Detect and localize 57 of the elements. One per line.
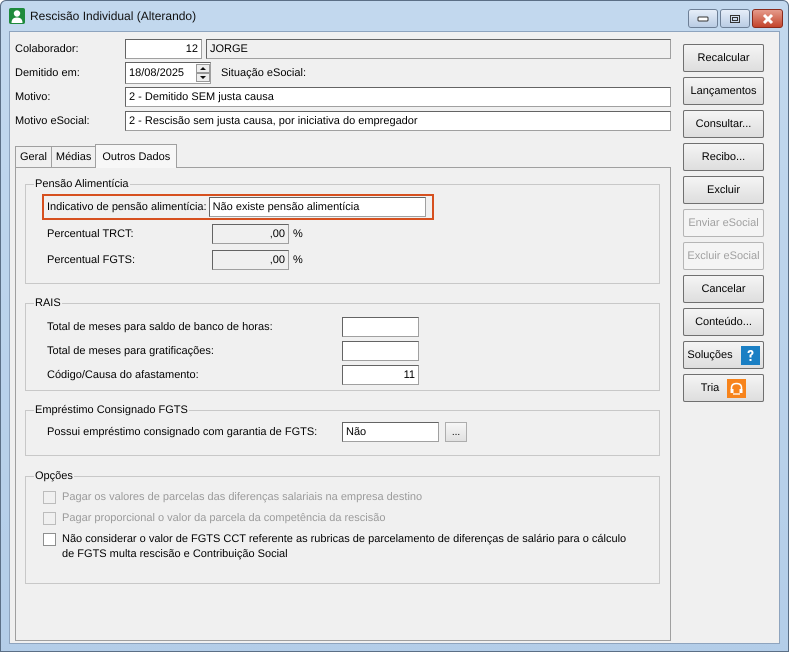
maximize-button[interactable] <box>720 9 750 28</box>
field-label: Total de meses para gratificações: <box>47 345 215 357</box>
option-label: Pagar os valores de parcelas das diferenças salariais na empresa destino <box>62 490 424 505</box>
option-label: Pagar proporcional o valor da parcela da competência da rescisão <box>62 511 386 526</box>
action-button[interactable]: Recibo... <box>683 143 764 171</box>
help-icon <box>740 346 760 364</box>
reason-field[interactable]: 2 - Rescisão sem justa causa, por iniciativa do empregador <box>125 111 671 131</box>
number-field[interactable] <box>342 317 419 337</box>
group-title: Empréstimo Consignado FGTS <box>34 404 189 416</box>
close-button[interactable] <box>752 9 783 28</box>
field-label: Indicativo de pensão alimentícia: <box>47 201 207 213</box>
number-field[interactable]: 11 <box>342 365 419 385</box>
option-label: Não considerar o valor de FGTS CCT referente as rubricas de parcelamento de diferenças de salário para o cálculo de FGTS multa rescisão e Contribuição Social <box>62 532 627 562</box>
checkbox[interactable] <box>43 533 56 546</box>
percent-field[interactable]: ,00 <box>212 250 289 270</box>
group-title: RAIS <box>34 297 62 309</box>
field-label: Possui empréstimo consignado com garantia de FGTS: <box>47 426 318 438</box>
field-label: Motivo eSocial: <box>15 115 91 127</box>
number-field[interactable] <box>342 341 419 361</box>
action-button[interactable]: Lançamentos <box>683 77 764 105</box>
action-button[interactable]: Cancelar <box>683 275 764 303</box>
action-button[interactable]: Consultar... <box>683 110 764 138</box>
action-button[interactable]: Conteúdo... <box>683 308 764 336</box>
date-field[interactable]: 18/08/2025 <box>125 62 211 84</box>
action-button[interactable]: Excluir <box>683 176 764 204</box>
loan-field[interactable]: Não <box>342 422 439 442</box>
minimize-button[interactable] <box>688 9 718 28</box>
field-label: Total de meses para saldo de banco de horas: <box>47 321 274 333</box>
code-field[interactable]: 12 <box>125 39 202 59</box>
tab[interactable]: Geral <box>15 146 52 167</box>
field-label: Colaborador: <box>15 43 80 55</box>
action-button[interactable]: Recalcular <box>683 44 764 72</box>
field-label: Percentual TRCT: <box>47 228 135 240</box>
group-title: Opções <box>34 470 74 482</box>
field-label: Demitido em: <box>15 67 81 79</box>
tab[interactable]: Outros Dados <box>95 144 178 168</box>
person-icon <box>9 8 25 24</box>
unit-label: % <box>293 254 303 266</box>
field-label: Código/Causa do afastamento: <box>47 369 200 381</box>
unit-label: % <box>293 228 303 240</box>
reason-field[interactable]: 2 - Demitido SEM justa causa <box>125 87 671 107</box>
close-icon <box>760 12 774 24</box>
alimony-field[interactable]: Não existe pensão alimentícia <box>208 197 426 217</box>
group-title: Pensão Alimentícia <box>34 178 130 190</box>
window-title: Rescisão Individual (Alterando) <box>30 9 196 23</box>
name-field[interactable]: JORGE <box>206 39 671 59</box>
headset-icon <box>727 378 746 398</box>
action-button[interactable]: Tria <box>683 374 764 402</box>
field-label: Percentual FGTS: <box>47 254 136 266</box>
field-label: Situação eSocial: <box>221 67 306 79</box>
action-button[interactable]: Soluções <box>683 341 764 369</box>
minimize-icon <box>697 16 709 22</box>
field-label: Motivo: <box>15 91 52 103</box>
browse-button[interactable]: ... <box>445 422 467 442</box>
percent-field[interactable]: ,00 <box>212 224 289 244</box>
spinner-icon[interactable] <box>196 64 210 82</box>
maximize-icon <box>729 14 741 24</box>
